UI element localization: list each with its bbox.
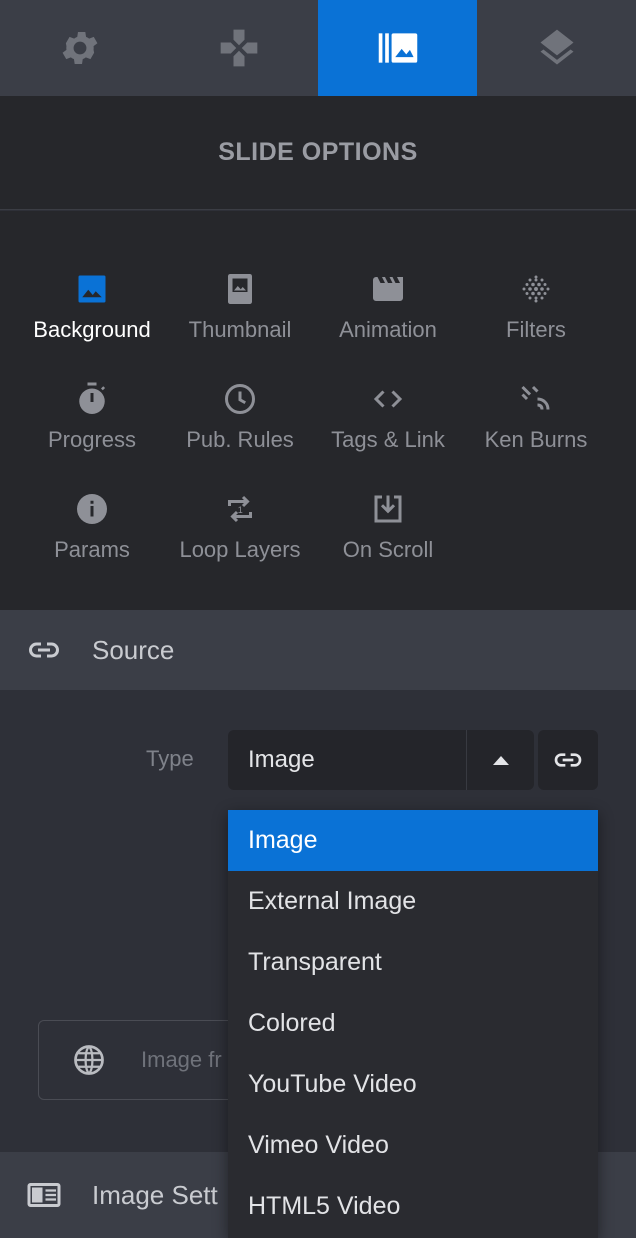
image-settings-icon bbox=[27, 1183, 61, 1207]
option-params[interactable]: Params bbox=[18, 467, 166, 577]
option-label: Tags & Link bbox=[331, 427, 445, 452]
option-label: Background bbox=[33, 317, 151, 342]
image-url-placeholder: Image fr bbox=[141, 1047, 222, 1072]
option-progress[interactable]: Progress bbox=[18, 357, 166, 467]
code-icon bbox=[373, 390, 403, 408]
layers-icon bbox=[540, 29, 573, 65]
source-title: Source bbox=[92, 634, 175, 665]
top-tab-bar bbox=[0, 0, 636, 96]
type-select[interactable]: Image bbox=[228, 730, 534, 790]
tab-navigation[interactable] bbox=[159, 0, 318, 96]
option-label: Animation bbox=[339, 317, 437, 342]
clapperboard-icon bbox=[373, 277, 403, 301]
svg-text:1: 1 bbox=[238, 505, 243, 515]
dropdown-option-image[interactable]: Image bbox=[228, 810, 598, 871]
caret-up-icon bbox=[492, 756, 509, 765]
option-label: Params bbox=[54, 537, 130, 562]
option-label: Filters bbox=[506, 317, 566, 342]
type-select-toggle[interactable] bbox=[466, 730, 534, 790]
option-label: Ken Burns bbox=[484, 427, 588, 452]
tab-layers[interactable] bbox=[477, 0, 636, 96]
slide-options-header: SLIDE OPTIONS bbox=[0, 96, 636, 210]
option-pub-rules[interactable]: Pub. Rules bbox=[166, 357, 314, 467]
stopwatch-icon bbox=[79, 382, 106, 414]
slide-options-title: SLIDE OPTIONS bbox=[218, 138, 418, 166]
scroll-download-icon bbox=[374, 495, 402, 523]
option-label: On Scroll bbox=[342, 537, 434, 562]
dots-grid-icon bbox=[522, 275, 550, 303]
image-settings-title: Image Sett bbox=[92, 1179, 218, 1210]
type-label: Type bbox=[146, 746, 194, 771]
link-source-button[interactable] bbox=[538, 730, 598, 790]
tab-general-settings[interactable] bbox=[0, 0, 159, 96]
thumbnail-icon bbox=[228, 274, 252, 304]
source-section-header[interactable]: Source bbox=[0, 610, 636, 690]
option-tags-link[interactable]: Tags & Link bbox=[314, 357, 462, 467]
option-background[interactable]: Background bbox=[18, 247, 166, 357]
option-thumbnail[interactable]: Thumbnail bbox=[166, 247, 314, 357]
dropdown-option-youtube-video[interactable]: YouTube Video bbox=[228, 1054, 598, 1115]
dropdown-option-external-image[interactable]: External Image bbox=[228, 871, 598, 932]
dropdown-option-transparent[interactable]: Transparent bbox=[228, 932, 598, 993]
gamepad-icon bbox=[220, 29, 257, 67]
tab-slide-options[interactable] bbox=[318, 0, 477, 96]
clock-icon bbox=[225, 384, 255, 414]
slides-icon bbox=[378, 33, 417, 63]
dropdown-option-colored[interactable]: Colored bbox=[228, 993, 598, 1054]
dropdown-option-vimeo-video[interactable]: Vimeo Video bbox=[228, 1115, 598, 1176]
loop-icon: 1 bbox=[228, 495, 252, 523]
option-filters[interactable]: Filters bbox=[462, 247, 610, 357]
info-icon bbox=[77, 494, 107, 524]
globe-icon bbox=[74, 1045, 104, 1075]
option-label: Pub. Rules bbox=[186, 427, 294, 452]
option-ken-burns[interactable]: Ken Burns bbox=[462, 357, 610, 467]
ken-burns-icon bbox=[521, 385, 550, 410]
slide-options-grid: Background Thumbnail Animation Filters P… bbox=[0, 211, 636, 610]
type-select-value: Image bbox=[248, 746, 315, 773]
gear-icon bbox=[62, 32, 97, 64]
link-icon bbox=[554, 753, 582, 767]
option-label: Thumbnail bbox=[188, 317, 292, 342]
option-label: Progress bbox=[47, 427, 137, 452]
option-on-scroll[interactable]: On Scroll bbox=[314, 467, 462, 577]
option-label: Loop Layers bbox=[179, 537, 301, 562]
option-animation[interactable]: Animation bbox=[314, 247, 462, 357]
type-dropdown-menu: Image External Image Transparent Colored… bbox=[228, 810, 598, 1238]
image-icon bbox=[78, 275, 106, 303]
link-icon bbox=[29, 642, 59, 658]
option-loop-layers[interactable]: 1 Loop Layers bbox=[166, 467, 314, 577]
dropdown-option-html5-video[interactable]: HTML5 Video bbox=[228, 1176, 598, 1237]
